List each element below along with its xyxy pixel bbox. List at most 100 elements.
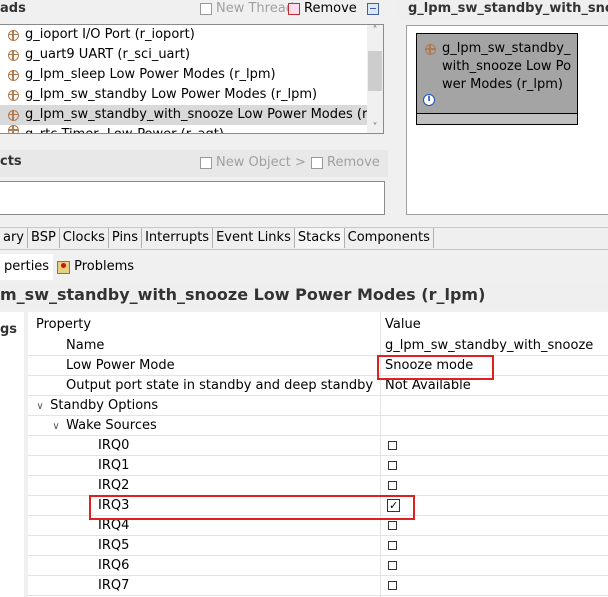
table-row[interactable]: IRQ7 xyxy=(28,576,608,596)
thread-list-item[interactable]: g_lpm_sleep Low Power Modes (r_lpm) xyxy=(0,65,368,85)
property-name: Standby Options xyxy=(50,398,159,413)
checkbox-checked[interactable] xyxy=(387,496,400,515)
table-row[interactable]: ∨ Standby Options xyxy=(28,396,608,416)
module-icon xyxy=(8,109,19,121)
thread-list-item-label: g_lpm_sleep Low Power Modes (r_lpm) xyxy=(25,67,276,82)
value-column-header[interactable]: Value xyxy=(381,315,608,334)
module-icon xyxy=(425,44,436,55)
property-name: Name xyxy=(66,338,105,353)
tab-problems-label: Problems xyxy=(74,259,134,274)
property-name: Wake Sources xyxy=(66,418,157,433)
thread-list-item[interactable]: g_lpm_sw_standby Low Power Modes (r_lpm) xyxy=(0,85,368,105)
scrollbar-thumb[interactable] xyxy=(368,51,382,91)
collapse-all-icon[interactable] xyxy=(367,3,379,15)
settings-tab-label: gs xyxy=(0,322,18,337)
properties-table: Property Value Name g_lpm_sw_standby_with… xyxy=(28,312,608,597)
table-row[interactable]: Name g_lpm_sw_standby_with_snooze xyxy=(28,336,608,356)
scroll-up-icon[interactable]: ˄ xyxy=(367,25,383,36)
tab-problems[interactable]: Problems xyxy=(53,254,138,280)
thread-list-item[interactable]: g_uart9 UART (r_sci_uart) xyxy=(0,45,368,65)
property-name: IRQ2 xyxy=(98,478,130,493)
table-row[interactable]: IRQ3 xyxy=(28,496,608,516)
tab-properties-label: perties xyxy=(4,259,50,274)
property-value[interactable]: Not Available xyxy=(385,378,471,393)
thread-list-item-label: g_lpm_sw_standby_with_snooze Low Power M… xyxy=(25,107,384,122)
property-name: IRQ1 xyxy=(98,458,130,473)
tab-ary[interactable]: ary xyxy=(0,228,29,248)
table-row[interactable]: Output port state in standby and deep st… xyxy=(28,376,608,396)
tab-pins[interactable]: Pins xyxy=(109,228,143,248)
remove-icon xyxy=(288,3,300,15)
checkbox[interactable] xyxy=(388,581,397,590)
threads-scrollbar[interactable]: ˄ ˅ xyxy=(367,25,383,133)
property-column-header[interactable]: Property xyxy=(28,315,388,334)
tab-components[interactable]: Components xyxy=(345,228,434,248)
tab-stacks[interactable]: Stacks xyxy=(294,228,345,248)
property-value[interactable]: Snooze mode xyxy=(385,358,473,373)
module-card-footer xyxy=(416,113,578,125)
objects-list[interactable] xyxy=(0,181,385,215)
new-thread-button[interactable]: New Thread xyxy=(200,0,294,18)
tab-properties[interactable]: perties xyxy=(0,254,54,280)
checkbox[interactable] xyxy=(388,481,397,490)
property-name: IRQ3 xyxy=(98,498,130,513)
property-name: Output port state in standby and deep st… xyxy=(66,378,374,393)
remove-thread-button[interactable]: Remove xyxy=(288,0,357,18)
property-value[interactable]: g_lpm_sw_standby_with_snooze xyxy=(385,338,593,353)
threads-stack-list[interactable]: g_ioport I/O Port (r_ioport) g_uart9 UART… xyxy=(0,24,384,134)
threads-panel-title: ads xyxy=(0,1,26,16)
table-row[interactable]: IRQ4 xyxy=(28,516,608,536)
table-header: Property Value xyxy=(28,315,608,335)
table-row[interactable]: Low Power Mode Snooze mode xyxy=(28,356,608,376)
new-object-icon xyxy=(200,157,212,169)
objects-panel-title: cts xyxy=(0,154,22,169)
tab-clocks[interactable]: Clocks xyxy=(60,228,109,248)
remove-object-icon xyxy=(311,157,323,169)
checkbox[interactable] xyxy=(388,521,397,530)
thread-list-item[interactable]: g_rtc Timer, Low-Power (r_agt) xyxy=(0,125,368,133)
tab-interrupts[interactable]: Interrupts xyxy=(142,228,214,248)
objects-panel-header: cts New Object > Remove xyxy=(0,150,388,177)
module-icon xyxy=(8,49,19,61)
checkbox[interactable] xyxy=(388,441,397,450)
module-icon xyxy=(8,69,19,81)
thread-list-item-label: g_ioport I/O Port (r_ioport) xyxy=(25,27,195,42)
chevron-down-icon[interactable]: ∨ xyxy=(50,417,62,436)
new-thread-label: New Thread xyxy=(216,1,294,16)
checkbox[interactable] xyxy=(388,541,397,550)
new-object-label: New Object > xyxy=(216,155,306,170)
module-icon xyxy=(8,89,19,101)
tab-event-links[interactable]: Event Links xyxy=(213,228,295,248)
remove-object-button[interactable]: Remove xyxy=(311,154,380,172)
chevron-down-icon[interactable]: ∨ xyxy=(34,397,46,416)
thread-list-item[interactable]: g_ioport I/O Port (r_ioport) xyxy=(0,25,368,45)
property-name: Low Power Mode xyxy=(66,358,175,373)
table-row[interactable]: IRQ6 xyxy=(28,556,608,576)
table-row[interactable]: IRQ0 xyxy=(28,436,608,456)
thread-list-item[interactable]: g_lpm_sw_standby_with_snooze Low Power M… xyxy=(0,105,383,125)
property-name: IRQ7 xyxy=(98,578,130,593)
table-row[interactable]: ∨ Wake Sources xyxy=(28,416,608,436)
problems-icon xyxy=(57,260,71,274)
table-row[interactable]: IRQ5 xyxy=(28,536,608,556)
property-name: IRQ0 xyxy=(98,438,130,453)
property-name: IRQ6 xyxy=(98,558,130,573)
table-row[interactable]: IRQ2 xyxy=(28,476,608,496)
configuration-tabs: ary BSP Clocks Pins Interrupts Event Links Sta… xyxy=(0,227,608,250)
checkbox[interactable] xyxy=(388,561,397,570)
remove-thread-label: Remove xyxy=(304,1,357,16)
property-name: IRQ4 xyxy=(98,518,130,533)
module-icon xyxy=(8,125,19,133)
scroll-down-icon[interactable]: ˅ xyxy=(367,122,383,133)
module-config-icon xyxy=(8,29,19,41)
new-thread-icon xyxy=(200,3,212,15)
thread-list-item-label: g_lpm_sw_standby Low Power Modes (r_lpm) xyxy=(25,87,318,102)
stack-panel-title: g_lpm_sw_standby_with_snooze Low Power M… xyxy=(398,0,608,22)
checkbox[interactable] xyxy=(388,461,397,470)
remove-object-label: Remove xyxy=(327,155,380,170)
new-object-button[interactable]: New Object > xyxy=(200,154,306,172)
table-row[interactable]: IRQ1 xyxy=(28,456,608,476)
tab-bsp[interactable]: BSP xyxy=(28,228,60,248)
info-icon[interactable]: i xyxy=(423,94,435,106)
settings-side-tab[interactable]: gs xyxy=(0,312,24,597)
